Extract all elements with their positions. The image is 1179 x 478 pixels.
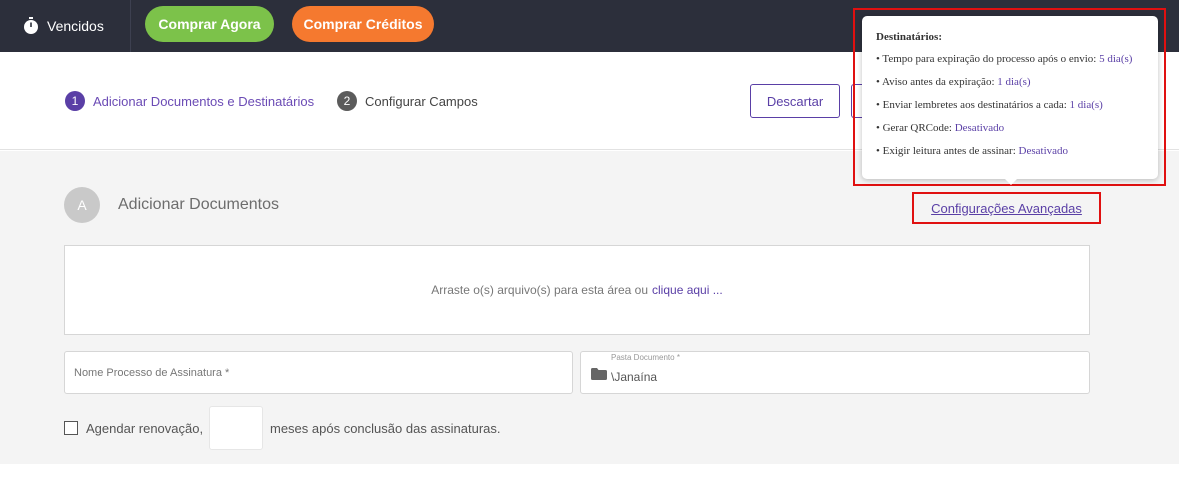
section-title: Adicionar Documentos	[118, 196, 279, 213]
folder-field-label: Pasta Documento *	[611, 353, 680, 362]
folder-value: \Janaína	[611, 370, 658, 384]
tooltip-row: • Aviso antes da expiração: 1 dia(s)	[876, 75, 1158, 98]
schedule-renewal-row: Agendar renovação, meses após conclusão …	[64, 406, 664, 450]
schedule-renewal-label: Agendar renovação,	[86, 421, 204, 436]
tooltip-row-label: • Gerar QRCode:	[876, 122, 952, 134]
step-number: 2	[337, 91, 357, 111]
process-name-input[interactable]: Nome Processo de Assinatura *	[64, 351, 573, 394]
tooltip-row-label: • Enviar lembretes aos destinatários a c…	[876, 99, 1067, 111]
document-folder-field[interactable]: Pasta Documento * \Janaína	[580, 351, 1090, 394]
folder-icon	[591, 367, 607, 380]
dropzone-text: Arraste o(s) arquivo(s) para esta área o…	[431, 283, 649, 297]
file-dropzone[interactable]: Arraste o(s) arquivo(s) para esta área o…	[64, 245, 1090, 335]
tooltip-row: • Tempo para expiração do processo após …	[876, 52, 1158, 75]
tooltip-row-value: 5 dia(s)	[1099, 53, 1133, 65]
expired-label: Vencidos	[47, 18, 104, 34]
tooltip-row: • Gerar QRCode: Desativado	[876, 121, 1158, 144]
schedule-renewal-checkbox[interactable]	[64, 421, 78, 435]
tooltip-row-label: • Aviso antes da expiração:	[876, 76, 995, 88]
stopwatch-icon	[22, 17, 40, 35]
tooltip-row: • Exigir leitura antes de assinar: Desat…	[876, 144, 1158, 167]
discard-button[interactable]: Descartar	[750, 84, 840, 118]
step-number: 1	[65, 91, 85, 111]
tooltip-row-value: 1 dia(s)	[1069, 99, 1103, 111]
advanced-settings-link[interactable]: Configurações Avançadas	[912, 192, 1101, 224]
tooltip-row-label: • Exigir leitura antes de assinar:	[876, 145, 1016, 157]
process-name-placeholder: Nome Processo de Assinatura *	[74, 367, 230, 379]
tooltip-row-value: Desativado	[1018, 145, 1069, 157]
expired-menu-item[interactable]: Vencidos	[0, 0, 131, 52]
buy-credits-button[interactable]: Comprar Créditos	[292, 6, 434, 42]
step-label: Configurar Campos	[365, 93, 478, 109]
step-label: Adicionar Documentos e Destinatários	[93, 93, 315, 109]
step-configure-fields[interactable]: 2 Configurar Campos	[337, 91, 478, 111]
step-add-documents[interactable]: 1 Adicionar Documentos e Destinatários	[65, 91, 314, 111]
section-badge: A	[64, 187, 100, 223]
tooltip-row-value: Desativado	[954, 122, 1005, 134]
renewal-months-input[interactable]	[209, 406, 263, 450]
tooltip-arrow	[1004, 178, 1018, 185]
main-content: A Adicionar Documentos Configurações Ava…	[0, 151, 1179, 464]
buy-now-button[interactable]: Comprar Agora	[145, 6, 274, 42]
advanced-settings-label: Configurações Avançadas	[931, 200, 1082, 216]
renewal-suffix-label: meses após conclusão das assinaturas.	[270, 421, 501, 436]
tooltip-row-value: 1 dia(s)	[997, 76, 1031, 88]
tooltip-title: Destinatários:	[876, 31, 942, 43]
advanced-settings-tooltip: Destinatários: • Tempo para expiração do…	[862, 16, 1158, 179]
dropzone-click-link[interactable]: clique aqui ...	[652, 283, 723, 297]
tooltip-row: • Enviar lembretes aos destinatários a c…	[876, 98, 1158, 121]
tooltip-row-label: • Tempo para expiração do processo após …	[876, 53, 1097, 65]
